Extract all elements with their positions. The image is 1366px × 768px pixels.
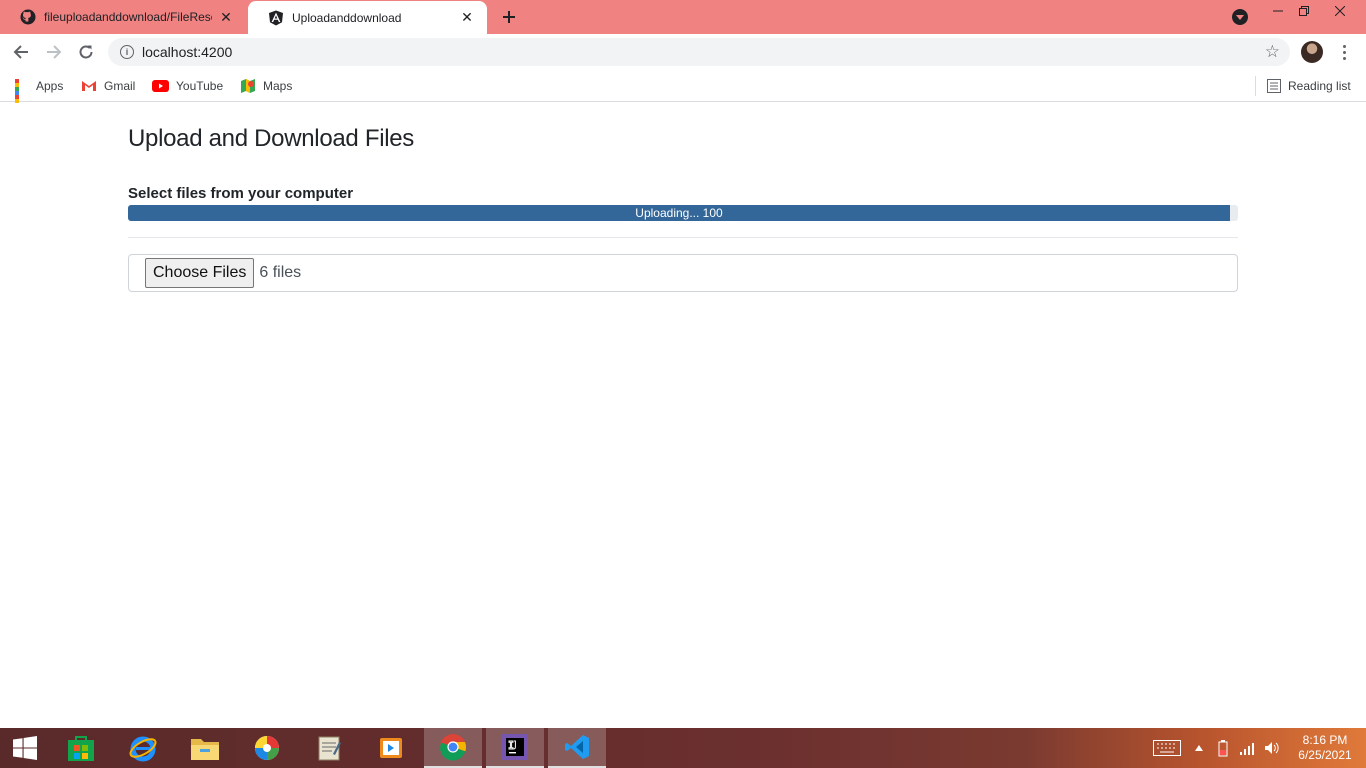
chevron-up-icon [1195,745,1203,751]
info-icon[interactable]: i [120,45,134,59]
tab-fileresource[interactable]: fileuploadanddownload/FileResource ✕ [0,0,246,34]
intellij-app[interactable] [486,728,544,768]
network-button[interactable] [1238,728,1258,768]
bookmark-maps[interactable]: Maps [240,76,292,96]
angular-icon [269,10,283,25]
battery-button[interactable] [1212,728,1234,768]
internet-explorer-app[interactable] [114,728,172,768]
bookmark-label: Maps [263,79,293,93]
media-player-icon [380,738,402,758]
tab-search-button[interactable] [1232,9,1248,25]
chrome-menu-button[interactable] [1336,40,1352,64]
signal-icon [1240,743,1254,755]
reading-list-icon [1267,79,1281,93]
forward-button[interactable] [42,40,66,64]
maps-icon [241,79,255,93]
notepad-icon [318,736,341,761]
show-hidden-icons-button[interactable] [1190,728,1208,768]
start-icon [13,736,37,760]
photos-app[interactable] [238,728,296,768]
back-button[interactable] [9,40,33,64]
bookmarks-bar: Apps Gmail YouTube Maps Reading list [0,70,1366,115]
browser-toolbar: i localhost:4200 ☆ [0,34,1366,70]
close-icon[interactable]: ✕ [218,9,234,25]
choose-files-button[interactable]: Choose Files [145,258,255,288]
bookmarks-divider [1255,76,1256,96]
bookmark-youtube[interactable]: YouTube [152,76,223,96]
restore-icon [1299,6,1309,16]
internet-explorer-icon [129,736,157,762]
store-app[interactable] [52,728,110,768]
vscode-icon [565,735,589,759]
minimize-icon [1273,10,1283,12]
tab-title: Uploadanddownload [292,10,402,25]
avatar[interactable] [1301,41,1323,63]
new-tab-button[interactable] [498,6,520,28]
youtube-icon [152,80,169,92]
photos-icon [255,736,279,760]
bookmark-label: Gmail [104,79,136,93]
system-clock[interactable]: 8:16 PM 6/25/2021 [1290,733,1360,763]
page-content: Upload and Download Files Select files f… [0,103,1366,728]
window-close-button[interactable] [1325,0,1355,22]
gmail-icon [82,81,96,91]
plus-icon [503,11,515,23]
touch-keyboard-button[interactable] [1150,728,1184,768]
arrow-left-icon [13,45,28,59]
speaker-icon [1265,742,1279,754]
vscode-app[interactable] [548,728,606,768]
reload-button[interactable] [74,40,98,64]
file-explorer-app[interactable] [176,728,234,768]
bookmark-label: YouTube [176,79,224,93]
restore-button[interactable] [1289,0,1319,22]
tab-strip: fileuploadanddownload/FileResource ✕ Upl… [0,0,1366,34]
reload-icon [79,45,93,59]
address-bar[interactable]: i localhost:4200 ☆ [108,38,1290,66]
file-explorer-icon [191,739,219,760]
reading-list-button[interactable]: Reading list [1267,76,1351,96]
media-player-app[interactable] [362,728,420,768]
upload-progress: Uploading... 100 [128,205,1238,221]
arrow-right-icon [47,45,62,59]
clock-time: 8:16 PM [1302,733,1348,747]
select-files-label: Select files from your computer [128,185,354,202]
file-input-box: Choose Files 6 files [128,254,1238,292]
bookmark-label: Apps [36,79,64,93]
apps-grid-icon [15,79,29,115]
url-text: localhost:4200 [142,44,233,60]
battery-plug-icon [1218,740,1228,757]
start-button[interactable] [0,728,50,768]
reading-list-label: Reading list [1288,79,1351,93]
bookmark-gmail[interactable]: Gmail [81,76,135,96]
close-icon [1335,6,1345,16]
taskbar: 8:16 PM 6/25/2021 [0,728,1366,768]
bookmark-apps[interactable]: Apps [15,76,64,115]
tab-uploadanddownload[interactable]: Uploadanddownload ✕ [248,1,487,34]
intellij-icon [502,734,528,760]
page-title: Upload and Download Files [128,125,415,152]
notepad-app[interactable] [300,728,358,768]
bookmark-star-icon[interactable]: ☆ [1265,42,1280,62]
tab-title: fileuploadanddownload/FileResource [44,10,212,24]
store-icon [68,736,94,761]
chrome-icon [440,734,466,761]
upload-progress-bar: Uploading... 100 [128,205,1230,221]
file-count: 6 files [259,264,302,281]
clock-date: 6/25/2021 [1298,748,1352,762]
close-icon[interactable]: ✕ [459,9,475,26]
volume-button[interactable] [1262,728,1282,768]
keyboard-icon [1153,740,1181,756]
github-icon [20,9,36,25]
chrome-app[interactable] [424,728,482,768]
divider [128,237,1238,238]
